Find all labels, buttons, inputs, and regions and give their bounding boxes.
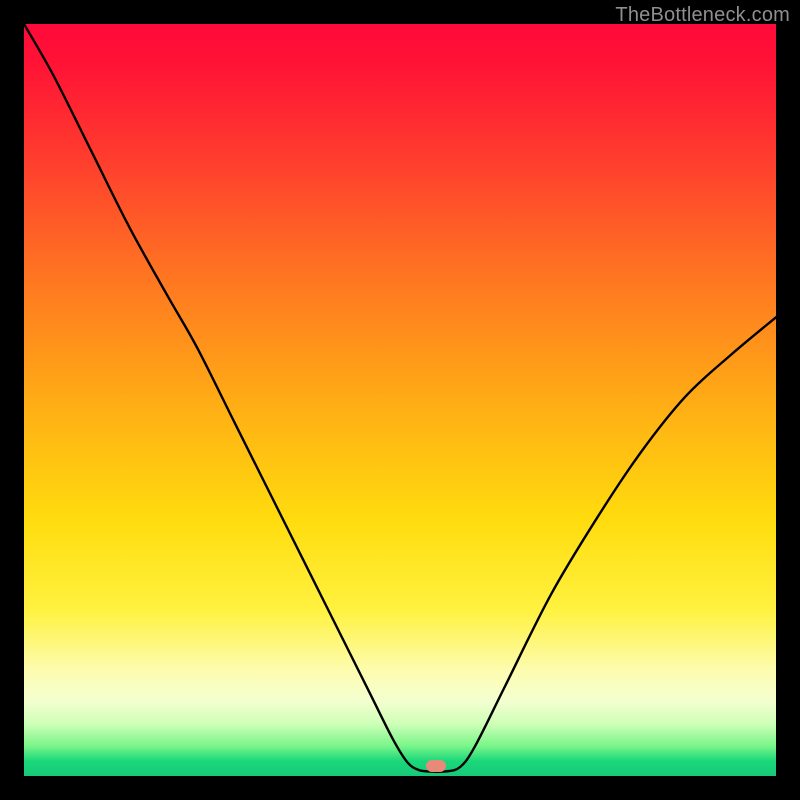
chart-stage: TheBottleneck.com: [0, 0, 800, 800]
plot-area: [24, 24, 776, 776]
bottleneck-curve-path: [24, 24, 776, 772]
optimal-point-marker: [426, 760, 446, 772]
watermark-text: TheBottleneck.com: [615, 4, 790, 27]
bottleneck-curve: [24, 24, 776, 776]
